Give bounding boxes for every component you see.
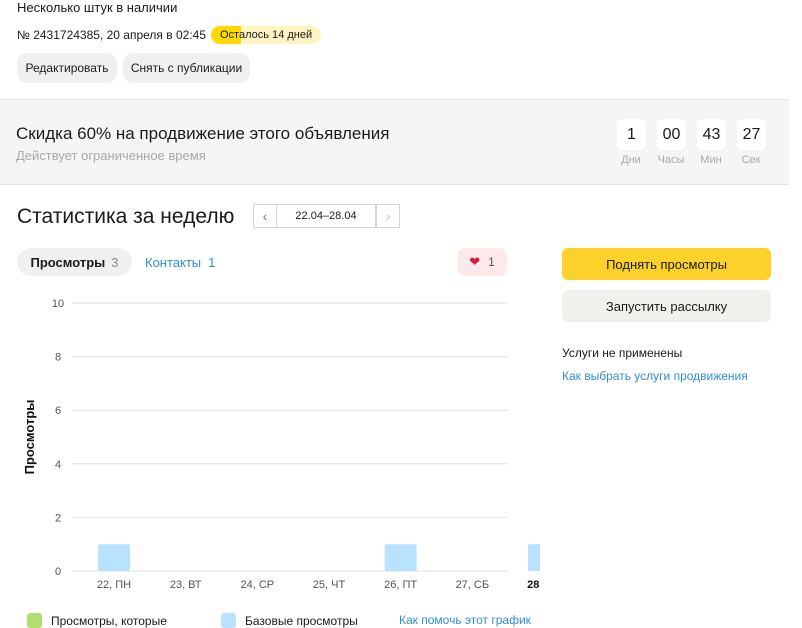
y-tick-label: 2 [55, 512, 61, 524]
bar [384, 544, 417, 571]
y-tick-label: 6 [55, 405, 61, 417]
days-left-badge: Осталось 14 дней [211, 26, 322, 44]
x-tick-label: 22, ПН [97, 579, 131, 591]
countdown-hours-label: Часы [657, 154, 685, 166]
favorites-count: 1 [488, 255, 495, 269]
chevron-left-icon: ‹ [262, 208, 268, 224]
tab-contacts-count: 1 [208, 254, 216, 270]
favorites-badge[interactable]: ❤ 1 [457, 248, 507, 276]
chart-help-link[interactable]: Как помочь этот график [399, 613, 531, 627]
countdown-days: 1 [617, 119, 646, 150]
x-tick-label: 23, ВТ [170, 579, 202, 591]
countdown-seconds-label: Сек [741, 154, 761, 166]
promo-title: Скидка 60% на продвижение этого объявлен… [16, 124, 390, 143]
y-axis-label: Просмотры [22, 400, 37, 475]
x-tick-label: 28, ВС [527, 579, 540, 591]
heart-icon: ❤ [469, 254, 481, 269]
countdown-minutes: 43 [697, 119, 726, 150]
bar [528, 544, 540, 571]
countdown-minutes-label: Мин [700, 154, 722, 166]
chevron-right-icon: › [385, 208, 391, 224]
x-tick-label: 25, ЧТ [313, 579, 346, 591]
next-week-button[interactable]: › [376, 204, 400, 228]
legend-swatch-green [27, 613, 42, 628]
x-tick-label: 24, СР [241, 579, 275, 591]
tab-contacts[interactable]: Контакты 1 [145, 248, 215, 276]
stats-title: Статистика за неделю [17, 205, 235, 228]
countdown-seconds: 27 [737, 119, 766, 150]
countdown-days-label: Дни [621, 154, 641, 166]
x-tick-label: 27, СБ [456, 579, 490, 591]
legend-swatch-blue [221, 613, 236, 628]
tab-contacts-label: Контакты [145, 254, 202, 270]
listing-number-date: № 2431724385, 20 апреля в 02:45 [17, 28, 206, 42]
bar [98, 544, 130, 571]
legend-base-label: Базовые просмотры [245, 613, 358, 628]
x-tick-label: 26, ПТ [384, 579, 417, 591]
promo-banner[interactable]: Скидка 60% на продвижение этого объявлен… [0, 99, 789, 185]
date-range-label: 22.04–28.04 [276, 204, 376, 228]
start-mailing-button[interactable]: Запустить рассылку [562, 290, 771, 322]
raise-views-button[interactable]: Поднять просмотры [562, 248, 771, 280]
y-tick-label: 8 [55, 352, 61, 364]
unpublish-button[interactable]: Снять с публикации [123, 53, 250, 83]
y-tick-label: 10 [52, 298, 64, 310]
legend-item-base: Базовые просмотры [221, 613, 358, 628]
tab-views[interactable]: Просмотры 3 [17, 248, 132, 276]
date-range-picker: ‹ 22.04–28.04 › [253, 204, 400, 228]
prev-week-button[interactable]: ‹ [253, 204, 277, 228]
services-status: Услуги не применены [562, 346, 683, 360]
promo-subtitle: Действует ограниченное время [16, 148, 206, 163]
stock-status: Несколько штук в наличии [17, 0, 178, 15]
y-tick-label: 0 [55, 566, 61, 578]
listing-meta: № 2431724385, 20 апреля в 02:45 Осталось… [17, 26, 322, 44]
y-tick-label: 4 [55, 459, 61, 471]
edit-button[interactable]: Редактировать [17, 53, 117, 83]
legend-views-label: Просмотры, которые [51, 613, 167, 628]
how-to-choose-link[interactable]: Как выбрать услуги продвижения [562, 369, 748, 383]
legend-item-views: Просмотры, которые [27, 613, 167, 628]
countdown-hours: 00 [657, 119, 686, 150]
tab-views-label: Просмотры [30, 254, 106, 270]
tab-views-count: 3 [111, 254, 119, 270]
views-chart: 0 2 4 6 8 10 Просмотры 22, ПН 23, ВТ 24, СР 25, ЧТ… [22, 298, 540, 591]
listing-header: Несколько штук в наличии № 2431724385, 2… [0, 0, 789, 99]
